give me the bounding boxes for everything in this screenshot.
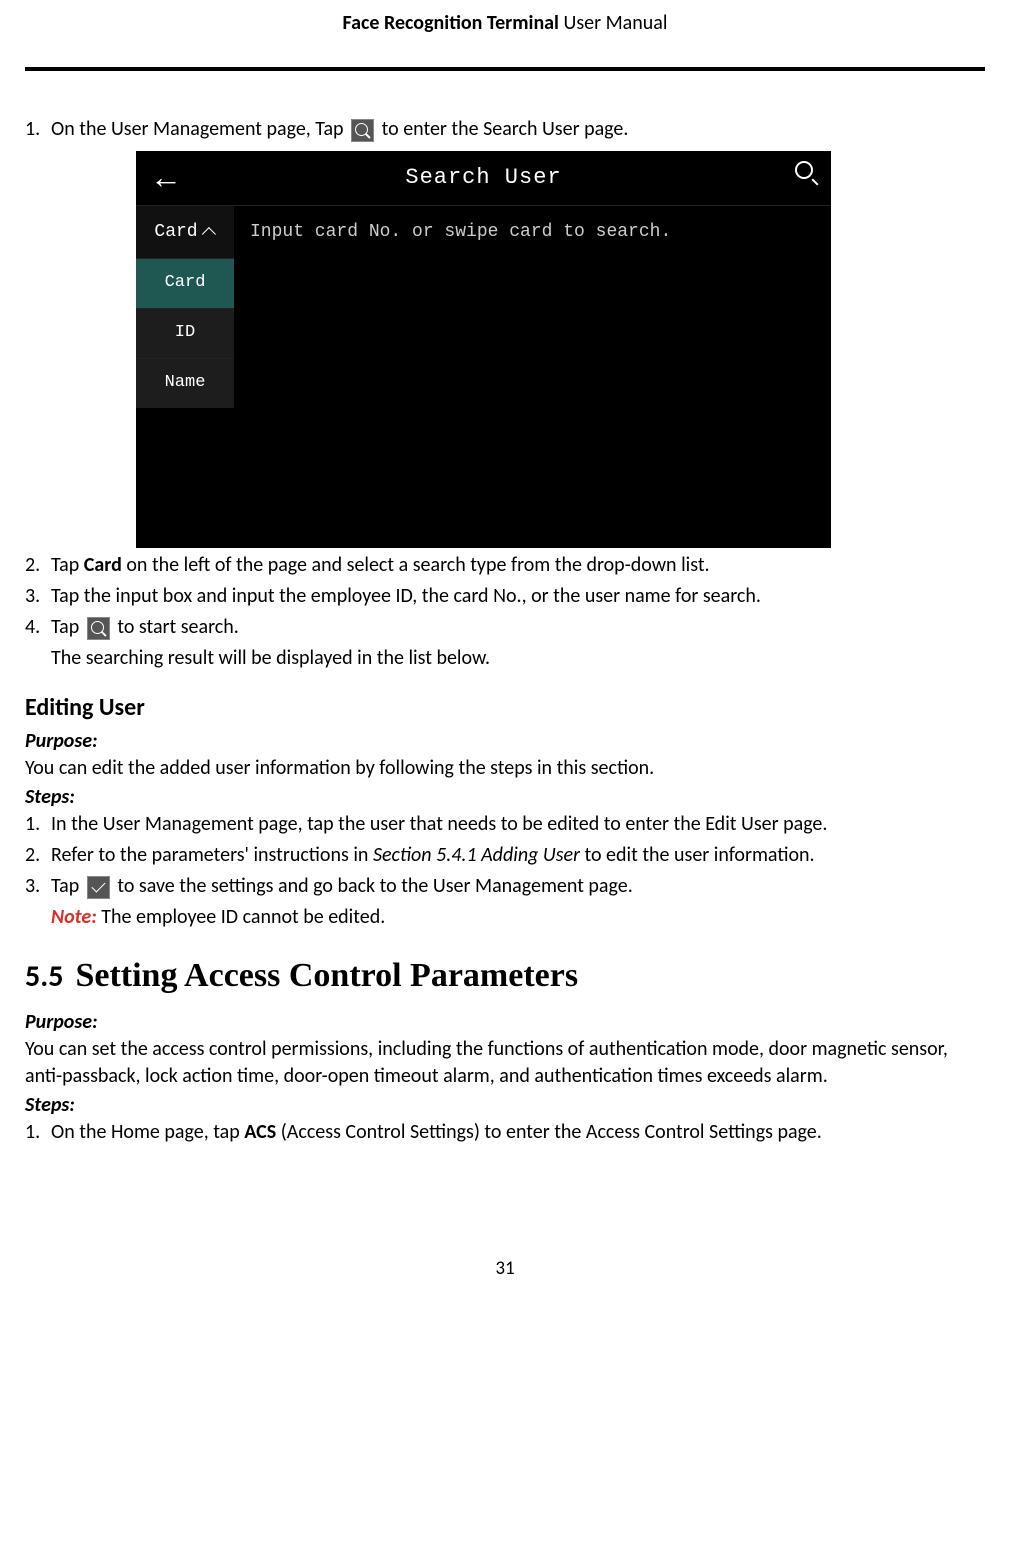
search-user-screenshot: ← Search User Card Input card No. or swi… xyxy=(136,151,831,548)
dropdown-option-name[interactable]: Name xyxy=(136,358,234,408)
section-5-5-heading: 5.5 Setting Access Control Parameters xyxy=(25,953,985,999)
steps-label: Steps: xyxy=(25,784,985,811)
text: Refer to the parameters' instructions in xyxy=(51,843,373,867)
text: to save the settings and go back to the … xyxy=(117,874,632,898)
check-icon xyxy=(87,876,110,899)
section-number: 5.5 xyxy=(25,958,63,995)
steps-label: Steps: xyxy=(25,1092,985,1119)
search-icon xyxy=(87,617,110,640)
dropdown-button[interactable]: Card xyxy=(136,206,234,258)
back-arrow-icon[interactable]: ← xyxy=(150,156,180,199)
bold-text: Card xyxy=(84,553,122,577)
steps-list-1: 1. On the User Management page, Tap to e… xyxy=(25,116,985,672)
italic-text: Section 5.4.1 Adding User xyxy=(373,843,580,867)
text: In the User Management page, tap the use… xyxy=(51,812,827,836)
list-item: 1. On the User Management page, Tap to e… xyxy=(51,116,985,548)
note-text: The employee ID cannot be edited. xyxy=(97,905,386,929)
screenshot-title: Search User xyxy=(180,163,787,193)
search-icon xyxy=(795,161,817,183)
text: On the Home page, tap xyxy=(51,1120,244,1144)
empty-area xyxy=(234,258,831,408)
list-number: 3. xyxy=(25,583,40,610)
list-item: 2. Tap Card on the left of the page and … xyxy=(51,552,985,579)
screenshot-filter-row: Card Input card No. or swipe card to sea… xyxy=(136,206,831,258)
text: The searching result will be displayed i… xyxy=(51,645,985,672)
list-item: 1. On the Home page, tap ACS (Access Con… xyxy=(51,1119,985,1146)
search-icon xyxy=(351,119,374,142)
list-number: 2. xyxy=(25,842,40,869)
bold-text: ACS xyxy=(244,1120,276,1144)
section-title: Setting Access Control Parameters xyxy=(75,957,578,994)
text: Tap xyxy=(51,874,84,898)
text: to start search. xyxy=(117,615,238,639)
text: On the User Management page, Tap xyxy=(51,117,348,141)
purpose-text: You can edit the added user information … xyxy=(25,755,985,782)
list-item: 1. In the User Management page, tap the … xyxy=(51,811,985,838)
list-number: 3. xyxy=(25,873,40,900)
editing-user-heading: Editing User xyxy=(25,692,985,724)
list-item: 2. Refer to the parameters' instructions… xyxy=(51,842,985,869)
list-item: 3. Tap to save the settings and go back … xyxy=(51,873,985,931)
dropdown-option-card[interactable]: Card xyxy=(136,258,234,308)
list-number: 1. xyxy=(25,116,40,143)
list-number: 2. xyxy=(25,552,40,579)
screenshot-header: ← Search User xyxy=(136,151,831,206)
search-input-placeholder[interactable]: Input card No. or swipe card to search. xyxy=(234,206,831,258)
editing-user-steps: 1. In the User Management page, tap the … xyxy=(25,811,985,931)
dropdown-label: Card xyxy=(154,220,197,244)
section-5-5-steps: 1. On the Home page, tap ACS (Access Con… xyxy=(25,1119,985,1146)
purpose-text: You can set the access control permissio… xyxy=(25,1036,985,1090)
header-rule xyxy=(25,67,985,71)
list-number: 1. xyxy=(25,811,40,838)
header-title: Face Recognition Terminal User Manual xyxy=(338,10,673,37)
dropdown-options: Card ID Name xyxy=(136,258,234,408)
text: Tap xyxy=(51,615,84,639)
list-number: 1. xyxy=(25,1119,40,1146)
header-title-rest: User Manual xyxy=(559,11,668,35)
dropdown-option-id[interactable]: ID xyxy=(136,308,234,358)
text: Tap xyxy=(51,553,84,577)
chevron-up-icon xyxy=(201,227,215,241)
list-item: 3. Tap the input box and input the emplo… xyxy=(51,583,985,610)
text: to edit the user information. xyxy=(580,843,815,867)
note-label: Note: xyxy=(51,905,97,929)
page-header: Face Recognition Terminal User Manual xyxy=(25,10,985,71)
page-content: 1. On the User Management page, Tap to e… xyxy=(25,116,985,1282)
purpose-label: Purpose: xyxy=(25,1009,985,1036)
search-button[interactable] xyxy=(787,161,817,194)
text: (Access Control Settings) to enter the A… xyxy=(276,1120,822,1144)
note-line: Note: The employee ID cannot be edited. xyxy=(51,904,985,931)
page-number: 31 xyxy=(25,1256,985,1282)
screenshot-body-row: Card ID Name xyxy=(136,258,831,408)
list-number: 4. xyxy=(25,614,40,641)
text: to enter the Search User page. xyxy=(382,117,629,141)
text: on the left of the page and select a sea… xyxy=(122,553,710,577)
screenshot-results-area xyxy=(136,408,831,548)
text: Tap the input box and input the employee… xyxy=(51,584,761,608)
purpose-label: Purpose: xyxy=(25,728,985,755)
list-item: 4. Tap to start search. The searching re… xyxy=(51,614,985,672)
header-title-bold: Face Recognition Terminal xyxy=(343,11,559,35)
